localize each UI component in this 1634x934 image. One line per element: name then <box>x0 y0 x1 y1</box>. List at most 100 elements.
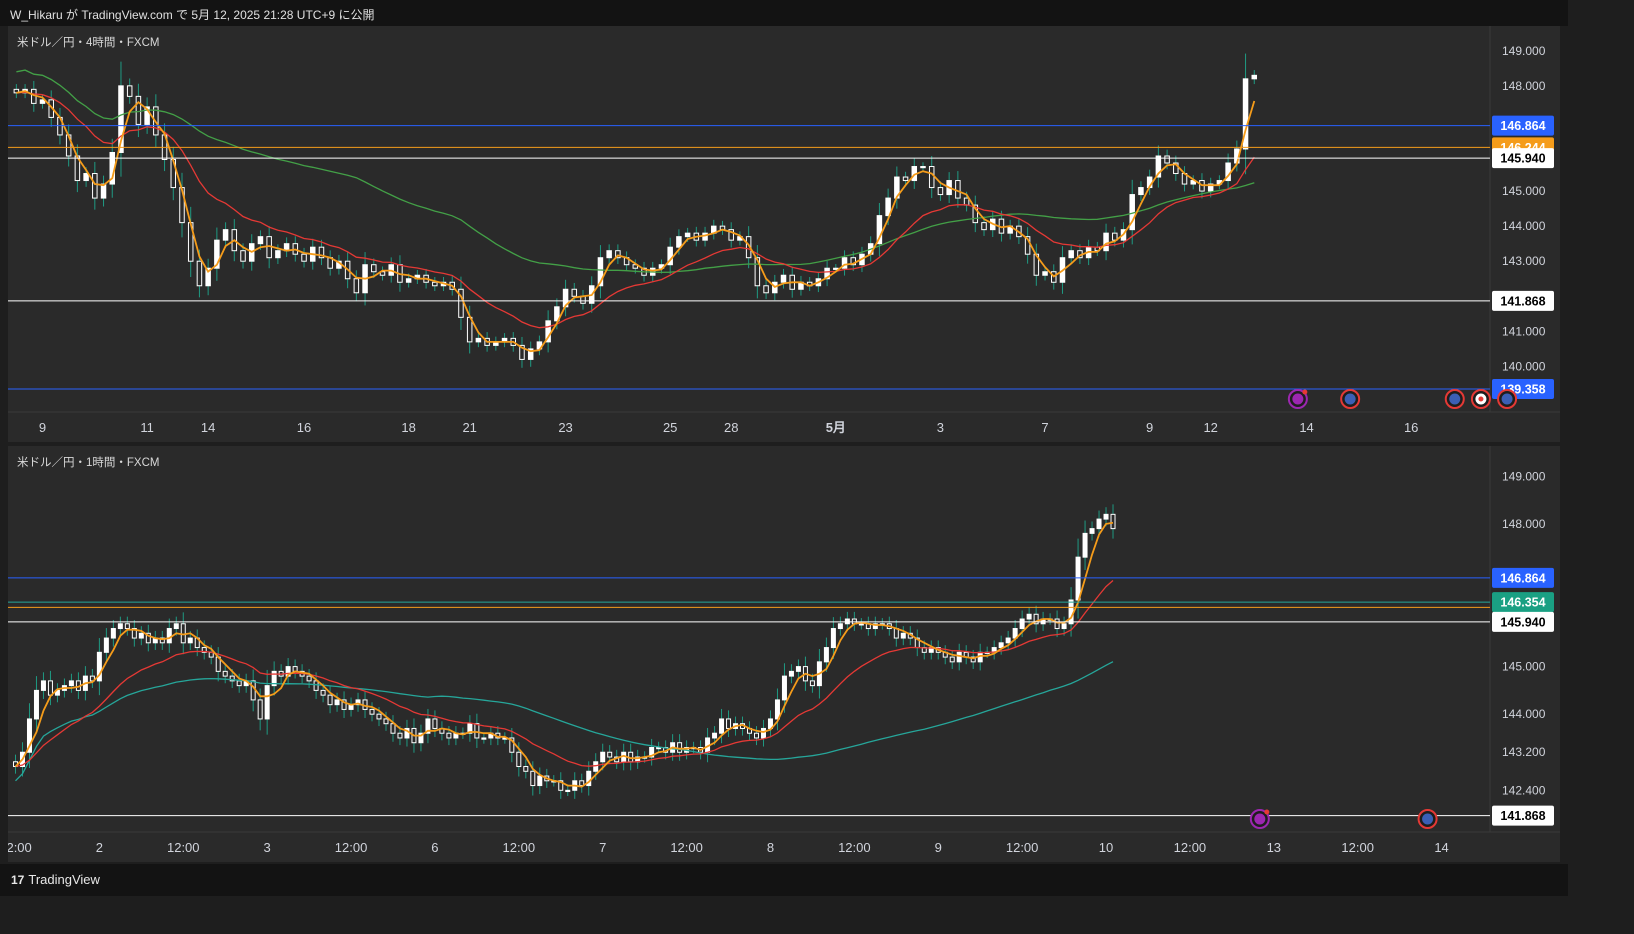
candle <box>606 250 612 259</box>
candle <box>1061 623 1067 630</box>
chart-panel-1h[interactable]: 149.000 148.000 145.000 144.000 143.200 142.4… <box>8 446 1560 862</box>
candle <box>240 250 246 262</box>
candle <box>1068 599 1074 625</box>
event-badge <box>1302 389 1308 395</box>
x-tick-label: 28 <box>724 420 738 435</box>
candle <box>760 727 766 739</box>
x-tick-label: 23 <box>558 420 572 435</box>
candle <box>1089 528 1095 534</box>
x-tick-label: 14 <box>201 420 215 435</box>
candle <box>823 647 829 663</box>
chart-1h-svg[interactable]: 149.000 148.000 145.000 144.000 143.200 142.4… <box>8 446 1560 862</box>
us-flag-icon[interactable] <box>1444 389 1465 409</box>
candle <box>124 623 130 630</box>
candle <box>376 713 382 720</box>
candle <box>1019 618 1025 630</box>
x-tick-label: 12:00 <box>335 840 368 855</box>
event-core <box>1449 393 1461 405</box>
candle <box>830 628 836 649</box>
candle <box>33 689 39 720</box>
chart-title-4h: 米ドル／円・4時間・FXCM <box>17 37 160 49</box>
x-tick-label: 12:00 <box>8 840 32 855</box>
x-tick-label: 8 <box>767 840 774 855</box>
candle <box>928 166 935 189</box>
candle <box>327 694 333 706</box>
x-tick-label: 12:00 <box>838 840 871 855</box>
candle <box>47 680 53 696</box>
candle <box>1026 613 1032 620</box>
jp-flag-icon[interactable] <box>1470 389 1491 409</box>
candle <box>809 680 815 687</box>
candle <box>920 166 926 169</box>
candle <box>1138 187 1144 196</box>
candle <box>1103 513 1109 520</box>
candle <box>135 95 142 125</box>
y-tick-label: 144.000 <box>1502 707 1546 721</box>
candle <box>781 675 787 701</box>
candle <box>981 222 987 231</box>
us-flag-icon[interactable] <box>1497 389 1518 409</box>
x-tick-label: 7 <box>1041 420 1048 435</box>
ma-green <box>16 69 1255 274</box>
x-tick-label: 21 <box>462 420 476 435</box>
x-tick-label: 12:00 <box>1174 840 1207 855</box>
x-tick-label: 14 <box>1299 420 1313 435</box>
candle <box>187 637 193 644</box>
y-tick-label: 142.400 <box>1502 783 1546 797</box>
price-badge-label: 146.864 <box>1500 571 1545 585</box>
candle <box>117 623 123 630</box>
x-tick-label: 5月 <box>826 420 846 435</box>
candle <box>600 751 606 763</box>
price-badge-label: 146.864 <box>1500 119 1545 133</box>
ma-orange <box>16 90 1256 353</box>
chart-4h-svg[interactable]: 149.000148.000147.000146.000145.000144.0… <box>8 26 1560 442</box>
candle <box>383 718 389 725</box>
candle <box>369 708 375 715</box>
flash-icon[interactable] <box>1287 389 1308 409</box>
x-tick-label: 25 <box>663 420 677 435</box>
ma-teal <box>15 661 1114 782</box>
candle <box>390 723 396 734</box>
candle <box>677 742 683 753</box>
candle <box>334 699 340 706</box>
us-flag-icon[interactable] <box>1340 389 1361 409</box>
candle <box>1096 518 1102 530</box>
candle <box>250 680 256 701</box>
candle <box>264 685 270 720</box>
candle <box>257 236 264 245</box>
tradingview-logo[interactable]: 17 TradingView <box>11 872 100 887</box>
candle <box>1068 250 1074 259</box>
candle <box>963 197 970 206</box>
candle <box>275 250 281 259</box>
flash-icon[interactable] <box>1249 809 1270 829</box>
us-flag-icon[interactable] <box>1417 809 1438 829</box>
ma-orange <box>14 521 1114 788</box>
candle <box>837 623 843 630</box>
candle <box>301 253 307 262</box>
candle <box>1054 618 1060 630</box>
candle <box>405 278 412 283</box>
y-tick-label: 145.000 <box>1502 184 1546 198</box>
candle <box>103 637 109 653</box>
publish-header: W_Hikaru が TradingView.com で 5月 12, 2025… <box>0 0 1568 26</box>
x-tick-label: 13 <box>1267 840 1281 855</box>
event-badge <box>1264 809 1270 815</box>
x-tick-label: 3 <box>937 420 944 435</box>
y-tick-label: 143.200 <box>1502 745 1546 759</box>
candle <box>1042 271 1048 276</box>
candle <box>371 264 377 273</box>
candle <box>753 732 759 739</box>
candle <box>446 732 452 739</box>
event-core <box>1292 393 1304 405</box>
x-tick-label: 12:00 <box>1341 840 1374 855</box>
chart-panel-4h[interactable]: 149.000148.000147.000146.000145.000144.0… <box>8 26 1560 442</box>
event-dot <box>1478 396 1484 402</box>
candle <box>306 675 312 682</box>
x-tick-label: 9 <box>1146 420 1153 435</box>
candle <box>110 628 116 639</box>
x-tick-label: 2 <box>96 840 103 855</box>
candle <box>100 183 107 199</box>
candle <box>712 732 718 739</box>
candle <box>902 176 909 182</box>
x-tick-label: 7 <box>599 840 606 855</box>
